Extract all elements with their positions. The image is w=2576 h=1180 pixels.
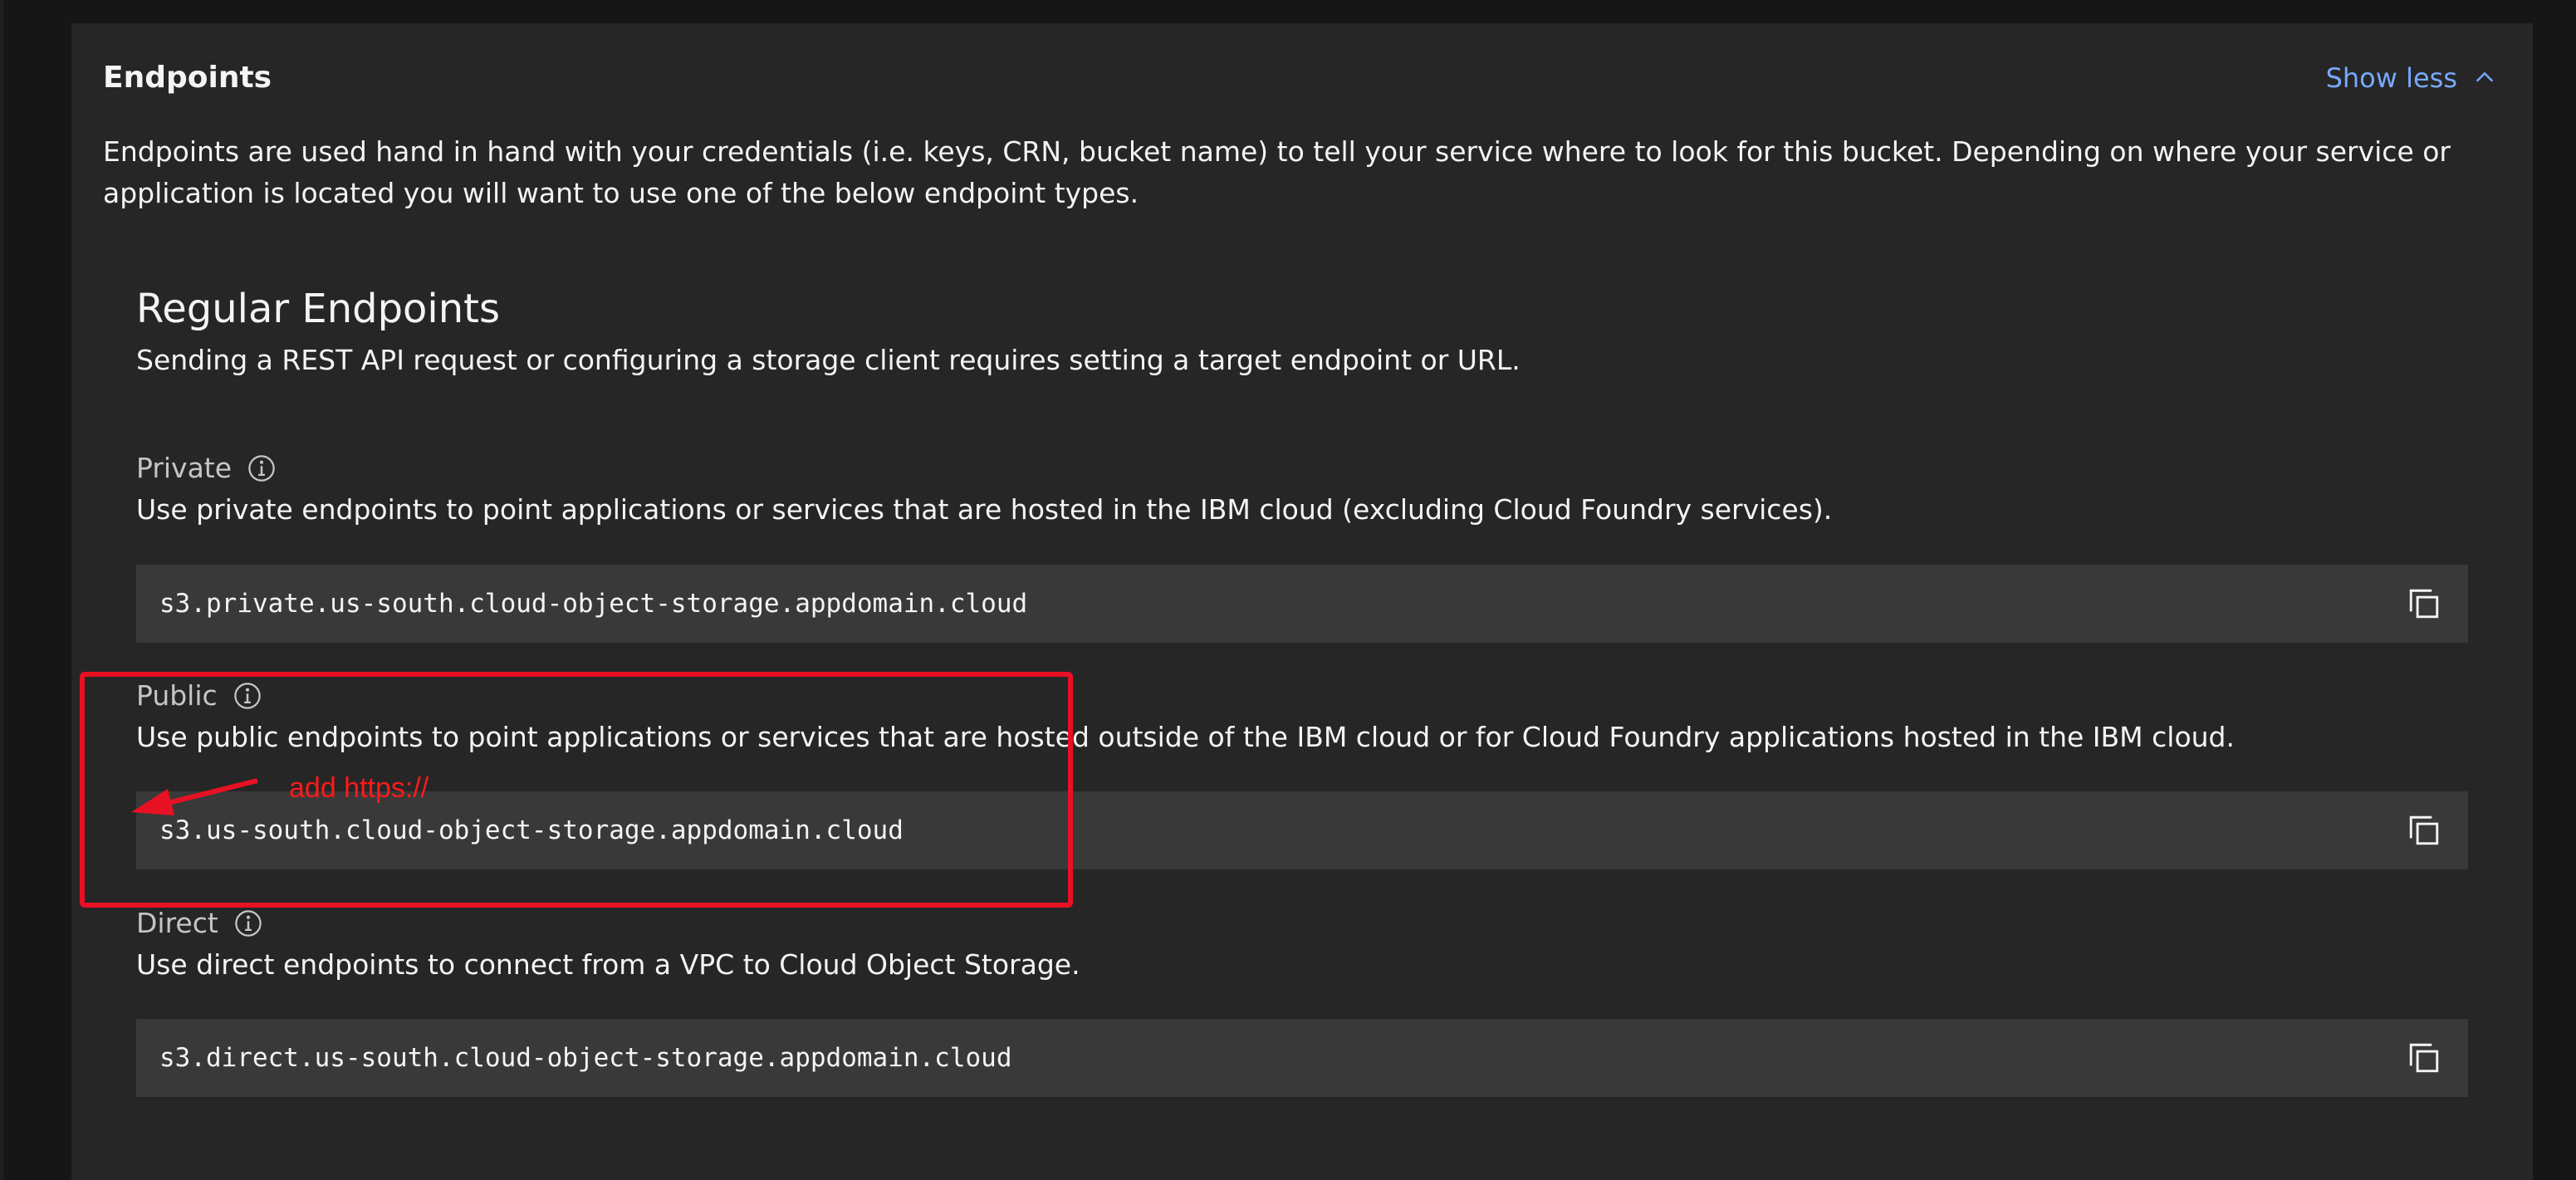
show-less-toggle[interactable]: Show less — [2326, 56, 2497, 100]
public-endpoint-snippet: s3.us-south.cloud-object-storage.appdoma… — [136, 791, 2468, 869]
chevron-up-icon — [2476, 71, 2494, 82]
regular-endpoints-description: Sending a REST API request or configurin… — [136, 344, 1521, 376]
copy-icon[interactable] — [2407, 586, 2441, 621]
regular-endpoints-title: Regular Endpoints — [136, 286, 500, 332]
private-endpoint-description: Use private endpoints to point applicati… — [136, 493, 1833, 526]
private-endpoint-snippet: s3.private.us-south.cloud-object-storage… — [136, 565, 2468, 643]
private-endpoint-label: Private — [136, 452, 233, 484]
info-icon[interactable] — [233, 908, 263, 938]
show-less-label: Show less — [2325, 62, 2457, 94]
public-endpoint-url[interactable]: s3.us-south.cloud-object-storage.appdoma… — [159, 791, 904, 869]
direct-endpoint-url[interactable]: s3.direct.us-south.cloud-object-storage.… — [159, 1019, 1012, 1097]
copy-icon[interactable] — [2407, 1040, 2441, 1075]
panel-intro: Endpoints are used hand in hand with you… — [103, 135, 2451, 209]
private-endpoint-url[interactable]: s3.private.us-south.cloud-object-storage… — [159, 565, 1027, 643]
copy-icon[interactable] — [2407, 813, 2441, 848]
panel-title: Endpoints — [103, 61, 272, 95]
info-icon[interactable] — [247, 453, 277, 483]
direct-endpoint-label-row: Direct — [136, 903, 263, 944]
info-icon[interactable] — [233, 681, 262, 711]
private-endpoint-label-row: Private — [136, 448, 277, 489]
direct-endpoint-description: Use direct endpoints to connect from a V… — [136, 948, 1080, 981]
left-edge-divider — [0, 0, 3, 1180]
public-endpoint-label: Public — [136, 679, 218, 712]
public-endpoint-label-row: Public — [136, 675, 262, 717]
page: Endpoints Show less Endpoints are used h… — [0, 0, 2576, 1180]
public-endpoint-description: Use public endpoints to point applicatio… — [136, 721, 2235, 753]
direct-endpoint-snippet: s3.direct.us-south.cloud-object-storage.… — [136, 1019, 2468, 1097]
direct-endpoint-label: Direct — [136, 907, 218, 939]
